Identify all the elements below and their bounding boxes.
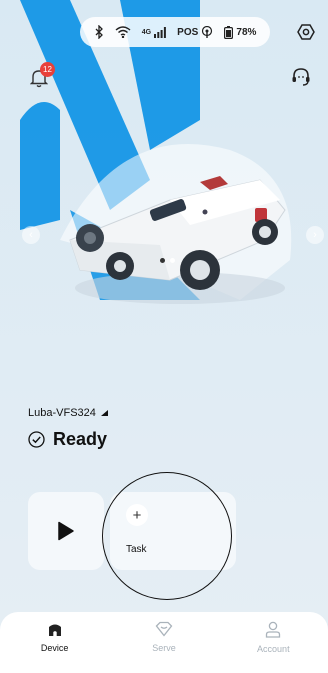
play-icon [58,521,74,541]
headset-icon [292,68,310,86]
positioning-status: POS [177,26,213,38]
status-bar: 4G POS 78% [80,17,270,47]
tab-device[interactable]: Device [15,621,95,653]
tab-label: Device [40,643,69,653]
chevron-right-icon: › [313,229,317,241]
carousel-prev-button[interactable]: ‹ [22,226,40,244]
start-button[interactable] [28,492,104,570]
battery-status: 78% [224,25,257,39]
home-icon [48,624,61,636]
tab-label: Account [257,644,290,654]
battery-icon [224,25,234,39]
device-status: Ready [28,429,107,450]
notifications-button[interactable]: 12 [28,62,56,90]
bluetooth-icon [94,25,104,39]
pos-label: POS [177,26,199,38]
cellular-icon: 4G [141,26,166,38]
carousel-dot [170,258,175,263]
notification-badge: 12 [40,62,55,77]
wifi-icon [115,26,131,38]
dropdown-triangle-icon [100,410,108,416]
carousel-next-button[interactable]: › [306,226,324,244]
user-icon [266,621,281,638]
tab-serve[interactable]: Serve [124,621,204,653]
carousel-indicator [160,258,175,263]
tab-label: Serve [152,643,176,653]
cellular-label: 4G [141,28,152,36]
carousel-dot [160,258,165,263]
battery-percent: 78% [236,26,257,38]
mower-image[interactable] [50,170,290,310]
tab-account[interactable]: Account [233,621,313,654]
annotation-circle [102,472,232,600]
device-selector[interactable]: Luba-VFS324 [28,407,108,419]
device-name-label: Luba-VFS324 [28,407,96,419]
antenna-icon [202,26,213,38]
chevron-left-icon: ‹ [29,229,33,241]
settings-icon [297,24,315,40]
status-label: Ready [53,429,108,449]
check-circle-icon [28,431,45,448]
support-button[interactable] [290,66,314,90]
settings-button[interactable] [294,20,318,44]
bottom-tab-bar: Device Serve Account [0,612,328,673]
diamond-icon [155,621,173,637]
